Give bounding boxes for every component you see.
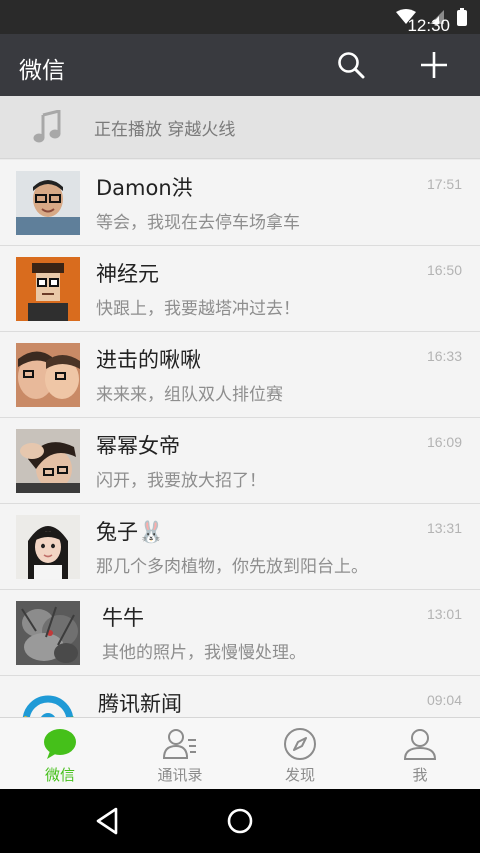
search-button[interactable]: [333, 47, 369, 83]
app-bar: 微信: [0, 34, 480, 96]
home-icon[interactable]: [222, 803, 258, 839]
avatar: [16, 257, 80, 321]
chat-preview: 等会，我现在去停车场拿车: [96, 213, 300, 233]
chat-preview: 快跟上，我要越塔冲过去！: [96, 299, 300, 319]
chat-name: Damon洪: [96, 176, 193, 200]
recents-icon[interactable]: [354, 803, 390, 839]
chat-time: 16:09: [426, 434, 462, 450]
chat-row[interactable]: 神经元 快跟上，我要越塔冲过去！ 16:50: [0, 246, 480, 332]
chat-time: 13:31: [426, 520, 462, 536]
contacts-icon: [162, 729, 196, 759]
tab-me[interactable]: 我: [360, 718, 480, 790]
chat-name: 牛牛: [102, 606, 144, 630]
chat-row[interactable]: 幂幂女帝 闪开，我要放大招了！ 16:09: [0, 418, 480, 504]
tab-label: 微信: [44, 766, 75, 784]
chat-time: 09:04: [426, 692, 462, 708]
tab-label: 通讯录: [157, 766, 203, 784]
now-playing-text: 正在播放 穿越火线: [94, 120, 236, 140]
add-button[interactable]: [416, 47, 452, 83]
tab-chats[interactable]: 微信: [0, 718, 120, 790]
tab-contacts[interactable]: 通讯录: [120, 718, 240, 790]
chat-row[interactable]: 进击的啾啾 来来来，组队双人排位赛 16:33: [0, 332, 480, 418]
chat-name: 神经元: [96, 262, 159, 286]
music-note-icon: [33, 110, 61, 143]
chat-time: 17:51: [426, 176, 462, 192]
app-title: 微信: [19, 58, 65, 84]
compass-icon: [284, 728, 316, 760]
chat-time: 16:33: [426, 348, 462, 364]
chat-row[interactable]: 兔子🐰 那几个多肉植物，你先放到阳台上。 13:31: [0, 504, 480, 590]
status-bar: 12:30: [0, 0, 480, 35]
tab-discover[interactable]: 发现: [240, 718, 360, 790]
chat-row[interactable]: Damon洪 等会，我现在去停车场拿车 17:51: [0, 160, 480, 246]
status-time: 12:30: [407, 16, 450, 35]
chat-row[interactable]: 腾讯新闻 09:04: [0, 676, 480, 717]
tab-label: 我: [412, 766, 428, 784]
chat-preview: 来来来，组队双人排位赛: [96, 385, 283, 405]
avatar: [16, 171, 80, 235]
chat-preview: 闪开，我要放大招了！: [96, 471, 266, 491]
avatar: [16, 429, 80, 493]
person-icon: [403, 729, 437, 760]
avatar: [16, 601, 80, 665]
chat-name: 进击的啾啾: [96, 348, 201, 372]
search-icon: [338, 52, 365, 79]
chat-time: 16:50: [426, 262, 462, 278]
system-nav-bar: [0, 789, 480, 853]
plus-icon: [421, 52, 447, 78]
status-icons: 12:30: [396, 0, 468, 35]
chat-list[interactable]: Damon洪 等会，我现在去停车场拿车 17:51 神经元 快跟上，我要越塔冲过…: [0, 160, 480, 717]
chat-name: 腾讯新闻: [98, 692, 182, 716]
chat-name: 兔子🐰: [96, 520, 165, 544]
battery-icon: [457, 8, 467, 26]
avatar: [16, 515, 80, 579]
chat-preview: 其他的照片，我慢慢处理。: [102, 643, 306, 663]
chat-time: 13:01: [426, 606, 462, 622]
back-icon[interactable]: [90, 803, 126, 839]
bottom-tab-bar: 微信 通讯录 发现 我: [0, 717, 480, 789]
avatar: [16, 343, 80, 407]
chat-preview: 那几个多肉植物，你先放到阳台上。: [96, 557, 368, 577]
avatar: [16, 687, 80, 717]
now-playing-bar[interactable]: 正在播放 穿越火线: [0, 96, 480, 159]
chat-name: 幂幂女帝: [96, 434, 180, 458]
tab-label: 发现: [284, 766, 315, 784]
chat-row[interactable]: 牛牛 其他的照片，我慢慢处理。 13:01: [0, 590, 480, 676]
chat-bubble-icon: [44, 729, 76, 759]
